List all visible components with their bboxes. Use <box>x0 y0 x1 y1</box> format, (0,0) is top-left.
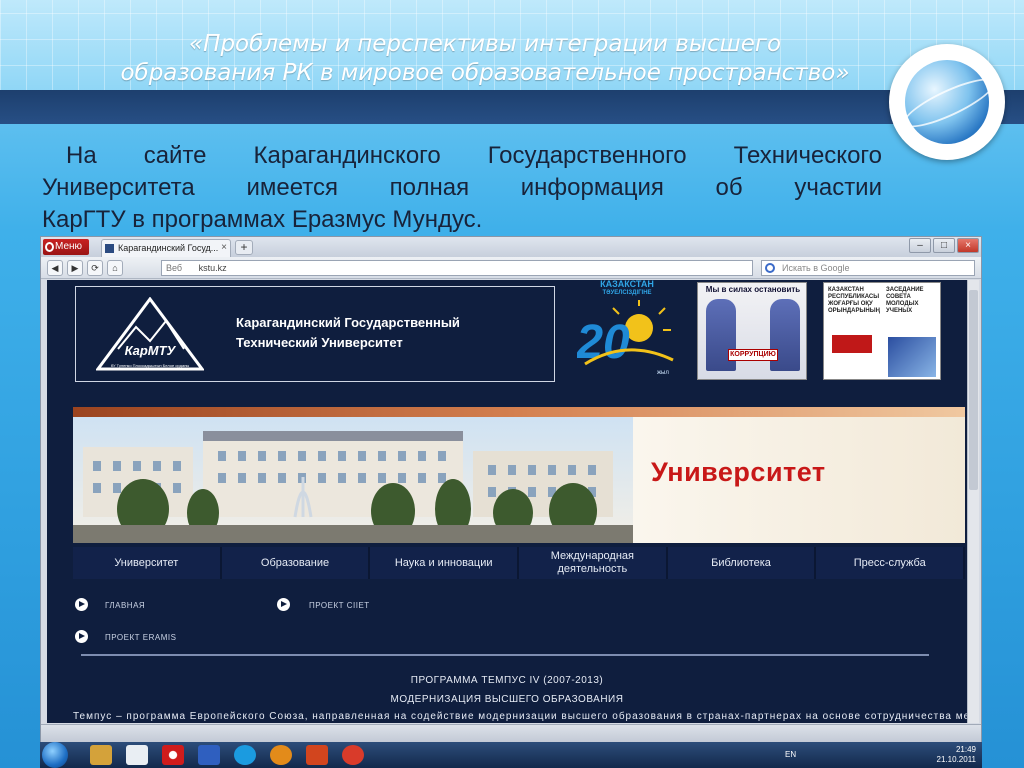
program-subtitle: МОДЕРНИЗАЦИЯ ВЫСШЕГО ОБРАЗОВАНИЯ <box>390 694 624 705</box>
app-icon[interactable] <box>342 745 364 765</box>
jubilee-line-1: КАЗАКСТАН <box>600 280 654 289</box>
university-logo-box[interactable]: КарМТУ бУ Туленко Плоскадыштын Белое орд… <box>75 286 555 382</box>
browser-status-bar <box>41 724 981 742</box>
banner-top-strip <box>73 407 965 417</box>
opera-menu-label: Меню <box>55 241 83 252</box>
scrollbar-thumb[interactable] <box>969 290 978 490</box>
poster2-red-block <box>832 335 872 353</box>
explorer-icon[interactable] <box>90 745 112 765</box>
language-indicator[interactable]: EN <box>785 750 796 759</box>
body-line-1: На сайте Карагандинского Государственног… <box>66 142 882 169</box>
link-ciiet[interactable]: ПРОЕКТ CIIET <box>309 601 370 610</box>
slide-title-line-2: образования РК в мировое образовательное… <box>120 60 850 86</box>
address-url: kstu.kz <box>198 263 227 273</box>
poster2-col2: ЗАСЕДАНИЕ СОВЕТА МОЛОДЫХ УЧЕНЫХ <box>886 287 924 314</box>
menu-item-science[interactable]: Наука и инновации <box>370 547 520 579</box>
reload-button[interactable]: ⟳ <box>87 260 103 276</box>
banner-title: Университет <box>651 457 826 487</box>
windows-taskbar: EN 21:49 21.10.2011 <box>40 742 982 768</box>
address-prefix: Веб <box>166 263 183 273</box>
page-viewport: КарМТУ бУ Туленко Плоскадыштын Белое орд… <box>47 280 967 723</box>
poster2-col1: КАЗАКСТАН РЕСПУБЛИКАСЫ ЖОҒАРҒЫ ОҚУ ОРЫНД… <box>828 287 880 314</box>
poster2-photo <box>888 337 936 377</box>
kstu-logo-icon: КарМТУ бУ Туленко Плоскадыштын Белое орд… <box>96 297 204 371</box>
new-tab-button[interactable]: + <box>235 240 253 255</box>
vertical-scrollbar[interactable] <box>967 280 979 723</box>
university-name: Карагандинский Государственный Техническ… <box>236 313 460 353</box>
menu-item-education[interactable]: Образование <box>221 547 371 579</box>
tempus-description: Темпус – программа Европейского Союза, н… <box>73 711 967 722</box>
section-divider <box>81 654 929 656</box>
opera-logo-icon <box>45 242 54 252</box>
body-line-2: Университета имеется полная информация о… <box>42 174 882 201</box>
link-eramis[interactable]: ПРОЕКТ ERAMIS <box>105 633 176 642</box>
browser-nav-bar: ◀ ▶ ⟳ ⌂ Веб kstu.kz Искать в Google <box>41 257 981 279</box>
clock-date: 21.10.2011 <box>936 755 976 764</box>
back-button[interactable]: ◀ <box>47 260 63 276</box>
clock-time: 21:49 <box>955 745 976 754</box>
university-banner: Университет <box>73 407 965 543</box>
jubilee-number: 20 <box>577 316 630 369</box>
search-placeholder: Искать в Google <box>782 263 850 273</box>
opera-icon[interactable] <box>162 745 184 765</box>
opera-menu-button[interactable]: Меню <box>43 239 89 255</box>
menu-item-international[interactable]: Международная деятельность <box>519 547 668 579</box>
council-poster[interactable]: КАЗАКСТАН РЕСПУБЛИКАСЫ ЖОҒАРҒЫ ОҚУ ОРЫНД… <box>823 282 941 380</box>
jubilee-caption: КАЗАКСТАН ТӘУЕЛСІЗДІГІНЕ <box>587 280 667 298</box>
arrow-right-icon <box>277 598 290 611</box>
tab-close-icon[interactable]: × <box>221 240 227 256</box>
jubilee-suffix: жыл <box>657 370 669 376</box>
tab-title: Карагандинский Госуд... <box>118 243 219 253</box>
menu-item-university[interactable]: Университет <box>73 547 222 579</box>
menu-item-library[interactable]: Библиотека <box>667 547 817 579</box>
address-bar[interactable]: Веб kstu.kz <box>161 260 753 276</box>
minimize-button[interactable]: – <box>909 238 931 253</box>
program-title: ПРОГРАММА ТЕМПУС IV (2007-2013) <box>410 675 604 686</box>
menu-item-press[interactable]: Пресс-служба <box>816 547 966 579</box>
project-links: ГЛАВНАЯ ПРОЕКТ CIIET ПРОЕКТ ERAMIS <box>75 598 955 658</box>
powerpoint-icon[interactable] <box>306 745 328 765</box>
window-controls: – □ × <box>909 238 979 254</box>
media-icon[interactable] <box>126 745 148 765</box>
slide-title: «Проблемы и перспективы интеграции высше… <box>60 30 910 88</box>
logo-text: КарМТУ <box>125 343 177 358</box>
slide-header-band <box>0 90 1024 124</box>
poster1-title: Мы в силах остановить <box>705 285 801 294</box>
jubilee-line-2: ТӘУЕЛСІЗДІГІНЕ <box>602 290 652 296</box>
poster1-badge: КОРРУПЦИЮ <box>728 349 778 361</box>
tab-favicon-icon <box>105 244 114 253</box>
maximize-button[interactable]: □ <box>933 238 955 253</box>
home-button[interactable]: ⌂ <box>107 260 123 276</box>
forward-button[interactable]: ▶ <box>67 260 83 276</box>
browser-tab[interactable]: Карагандинский Госуд... × <box>101 239 231 257</box>
browser-window: Меню Карагандинский Госуд... × + – □ × ◀… <box>40 236 982 742</box>
campus-photo <box>73 417 633 543</box>
university-name-line-1: Карагандинский Государственный <box>236 315 460 330</box>
anti-corruption-poster[interactable]: Мы в силах остановить КОРРУПЦИЮ <box>697 282 807 380</box>
search-icon <box>765 263 775 273</box>
save-icon[interactable] <box>198 745 220 765</box>
system-clock[interactable]: 21:49 21.10.2011 <box>937 745 976 765</box>
browser-tab-bar: Меню Карагандинский Госуд... × + – □ × <box>41 237 981 257</box>
independence-20-emblem[interactable]: КАЗАКСТАН ТӘУЕЛСІЗДІГІНЕ 20 жыл <box>577 280 677 376</box>
globe-icon <box>905 60 989 144</box>
search-field[interactable]: Искать в Google <box>761 260 975 276</box>
jubilee-graphic-icon: 20 жыл <box>577 300 674 376</box>
university-name-line-2: Технический Университет <box>236 335 403 350</box>
slide-body-text: На сайте Карагандинского Государственног… <box>42 140 882 236</box>
firefox-icon[interactable] <box>270 745 292 765</box>
logo-subtext: бУ Туленко Плоскадыштын Белое орданы <box>111 363 190 368</box>
site-nav-menu: Университет Образование Наука и инноваци… <box>73 547 966 579</box>
start-button[interactable] <box>42 742 68 768</box>
body-line-3: КарГТУ в программах Еразмус Мундус. <box>42 206 483 233</box>
arrow-right-icon <box>75 630 88 643</box>
close-button[interactable]: × <box>957 238 979 253</box>
skype-icon[interactable] <box>234 745 256 765</box>
arrow-right-icon <box>75 598 88 611</box>
link-home[interactable]: ГЛАВНАЯ <box>105 601 145 610</box>
slide-title-line-1: «Проблемы и перспективы интеграции высше… <box>188 31 782 57</box>
